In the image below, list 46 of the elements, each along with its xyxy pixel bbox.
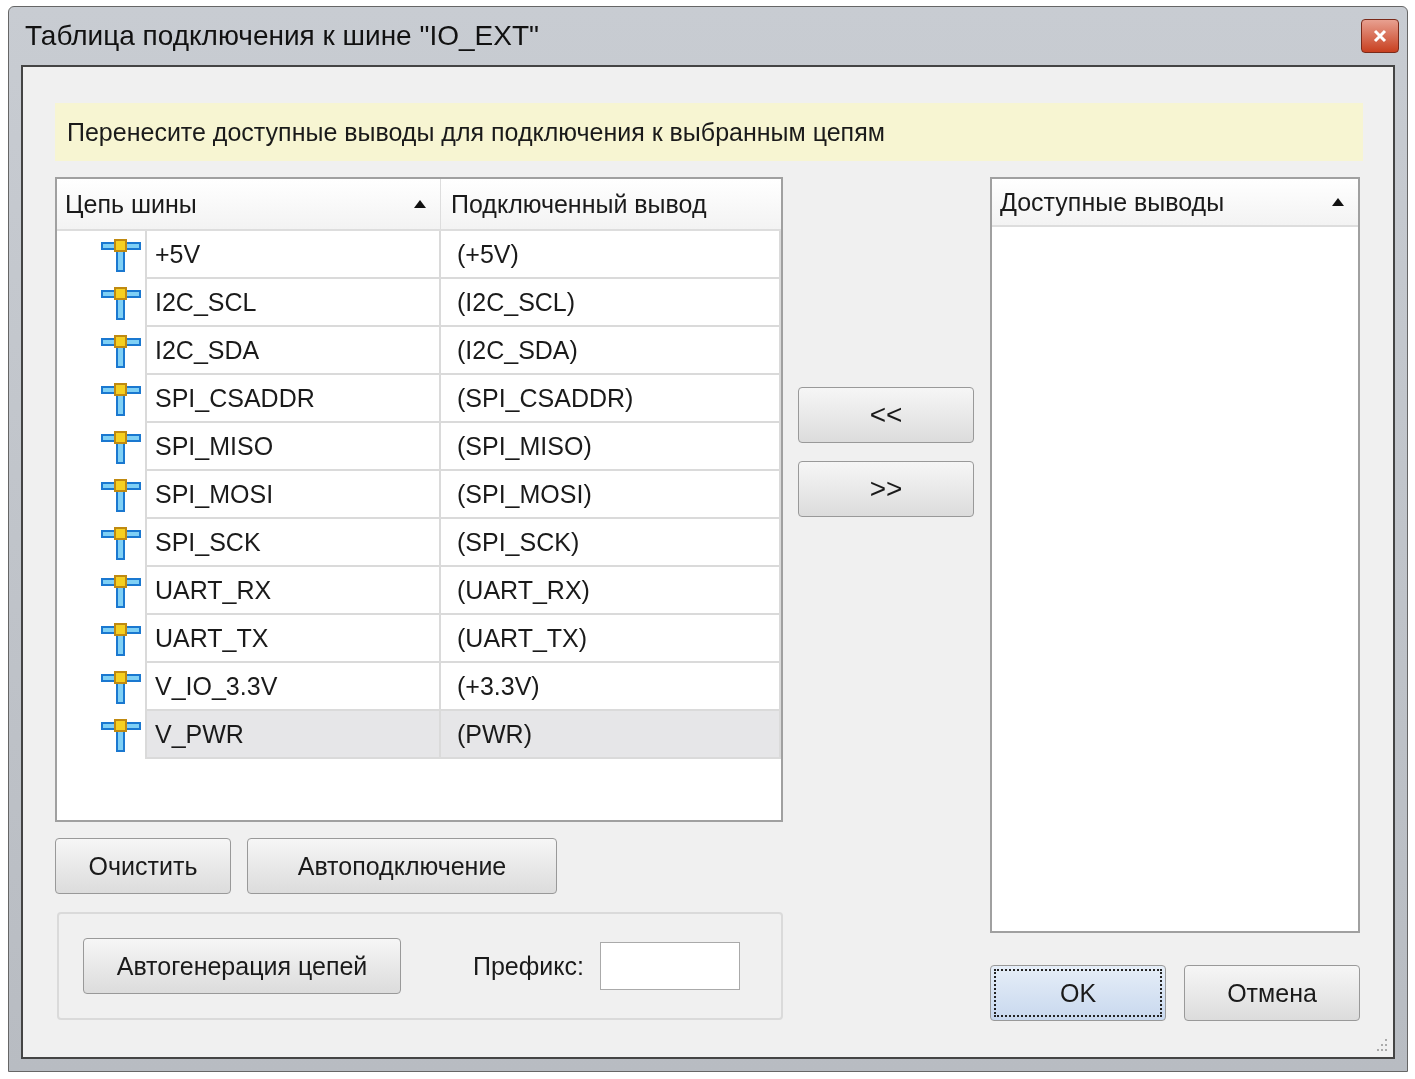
transfer-button[interactable]: << xyxy=(798,387,974,443)
action-button[interactable]: Автоподключение xyxy=(247,838,557,894)
column-header[interactable]: Подключенный вывод xyxy=(441,179,781,229)
hint-text: Перенесите доступные выводы для подключения к выбранным цепям xyxy=(55,103,1363,161)
table-cell[interactable]: UART_RX xyxy=(145,567,441,615)
table-cell[interactable]: SPI_MISO xyxy=(145,423,441,471)
net-icon xyxy=(101,526,141,560)
table-cell[interactable]: SPI_SCK xyxy=(145,519,441,567)
column-header[interactable]: Цепь шины xyxy=(57,179,441,229)
table-cell[interactable]: (I2C_SDA) xyxy=(441,327,781,375)
prefix-label: Префикс: xyxy=(473,951,584,981)
table-cell[interactable]: SPI_MOSI xyxy=(145,471,441,519)
net-icon xyxy=(101,718,141,752)
net-icon xyxy=(101,430,141,464)
table-cell[interactable]: I2C_SDA xyxy=(145,327,441,375)
net-icon xyxy=(101,622,141,656)
net-icon xyxy=(101,382,141,416)
prefix-field[interactable] xyxy=(600,942,740,990)
net-icon xyxy=(101,286,141,320)
table-cell[interactable]: (UART_RX) xyxy=(441,567,781,615)
table-cell[interactable]: (PWR) xyxy=(441,711,781,759)
table-cell[interactable]: (SPI_MOSI) xyxy=(441,471,781,519)
table-cell[interactable]: SPI_CSADDR xyxy=(145,375,441,423)
table-cell[interactable]: (UART_TX) xyxy=(441,615,781,663)
table-cell[interactable]: (I2C_SCL) xyxy=(441,279,781,327)
close-button[interactable] xyxy=(1361,19,1399,53)
autogenerate-button[interactable]: Автогенерация цепей xyxy=(83,938,401,994)
table-cell[interactable]: I2C_SCL xyxy=(145,279,441,327)
net-icon xyxy=(101,670,141,704)
transfer-button[interactable]: >> xyxy=(798,461,974,517)
dialog-button[interactable]: Отмена xyxy=(1184,965,1360,1021)
table-cell[interactable]: (SPI_SCK) xyxy=(441,519,781,567)
net-icon xyxy=(101,334,141,368)
table-cell[interactable]: UART_TX xyxy=(145,615,441,663)
table-cell[interactable]: +5V xyxy=(145,231,441,279)
window-title: Таблица подключения к шине "IO_EXT" xyxy=(24,20,539,52)
net-icon xyxy=(101,574,141,608)
net-icon xyxy=(101,478,141,512)
close-icon xyxy=(1372,28,1388,44)
action-button[interactable]: Очистить xyxy=(55,838,231,894)
table-cell[interactable]: (+5V) xyxy=(441,231,781,279)
dialog-button[interactable]: OK xyxy=(990,965,1166,1021)
table-cell[interactable]: (SPI_CSADDR) xyxy=(441,375,781,423)
table-cell[interactable]: V_PWR xyxy=(145,711,441,759)
table-cell[interactable]: (SPI_MISO) xyxy=(441,423,781,471)
net-icon xyxy=(101,238,141,272)
